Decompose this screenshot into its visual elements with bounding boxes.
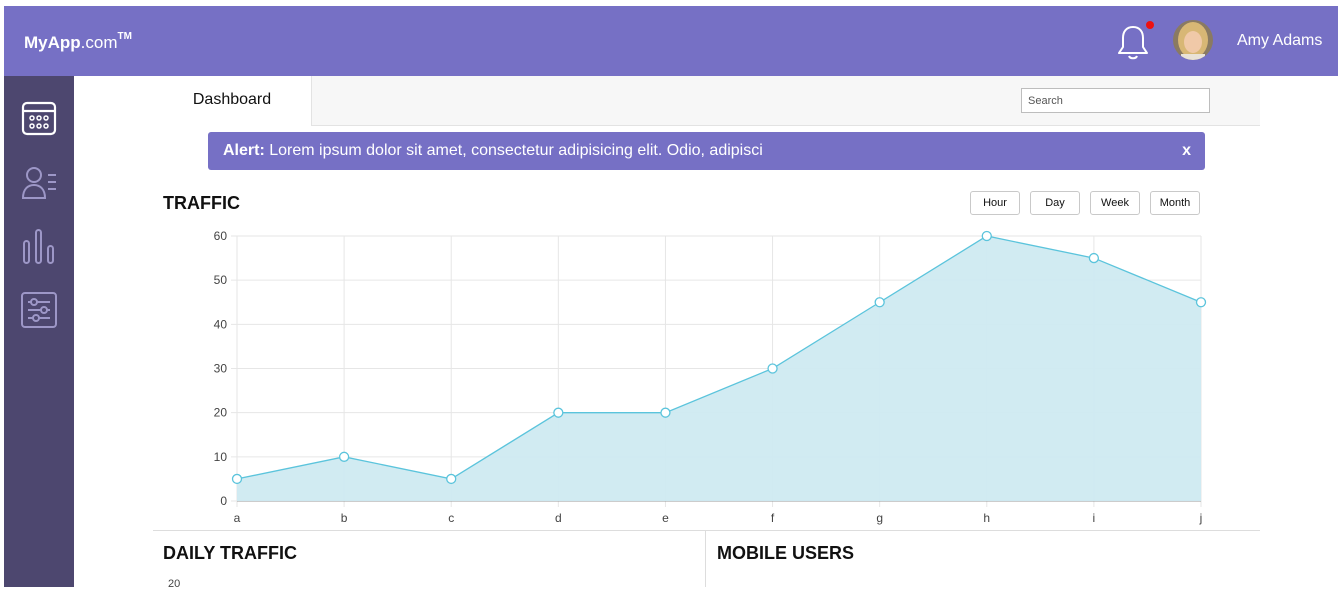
data-point [660,407,671,418]
data-point [338,451,350,462]
x-tick-label: g [876,511,883,525]
data-point [981,230,992,242]
calendar-icon[interactable] [20,99,58,137]
traffic-title: TRAFFIC [163,193,240,213]
daily-traffic-y-tick: 20 [168,578,181,590]
data-point [767,363,778,374]
x-tick-label: a [234,511,241,525]
x-tick-label: i [1093,511,1096,525]
data-point [1088,252,1100,264]
logo-domain: .com [80,33,118,52]
data-point [231,473,243,485]
section-divider [153,530,1260,531]
logo-bold: MyApp [24,33,81,52]
avatar[interactable] [1173,20,1213,60]
bell-icon[interactable] [1115,23,1151,61]
y-tick-label: 10 [214,450,228,464]
user-name[interactable]: Amy Adams [1237,32,1322,50]
x-tick-label: h [983,511,990,525]
mobile-users-title: MOBILE USERS [717,543,855,563]
data-point [446,473,457,485]
search-input[interactable] [1021,88,1210,113]
sliders-icon[interactable] [20,291,58,329]
x-tick-label: f [771,511,775,525]
y-tick-label: 0 [220,494,227,508]
data-point [553,407,564,418]
day-button[interactable]: Day [1030,191,1080,215]
month-button[interactable]: Month [1150,191,1200,215]
x-tick-label: b [341,511,348,525]
user-list-icon[interactable] [20,163,58,201]
x-tick-label: e [662,511,669,525]
app-logo[interactable]: MyApp.comTM [24,31,132,53]
y-tick-label: 60 [214,229,228,243]
alert-message: Lorem ipsum dolor sit amet, consectetur … [264,142,763,159]
daily-traffic-title: DAILY TRAFFIC [163,543,298,563]
traffic-chart-svg: 0 10 20 30 40 50 60 a b c d e f g h i j [214,229,1207,525]
y-tick-label: 30 [214,362,228,376]
notification-dot [1146,21,1154,29]
week-button[interactable]: Week [1090,191,1140,215]
y-tick-label: 50 [214,273,228,287]
x-tick-label: j [1199,511,1203,525]
alert-banner: Alert: Lorem ipsum dolor sit amet, conse… [208,132,1205,170]
top-header: MyApp.comTM Amy Adams [4,6,1338,76]
close-icon[interactable]: x [1182,132,1191,170]
tab-dashboard[interactable]: Dashboard [153,76,312,126]
app-window: MyApp.comTM Amy Adams Dashboard Search A… [0,0,1342,590]
y-tick-label: 20 [214,406,228,420]
sidebar [4,76,74,587]
traffic-chart: 0 10 20 30 40 50 60 a b c d e f g h i j [153,222,1260,530]
y-tick-label: 40 [214,317,228,331]
x-tick-label: c [448,511,454,525]
x-tick-label: d [555,511,562,525]
tab-bar: Dashboard [153,76,1260,126]
hour-button[interactable]: Hour [970,191,1020,215]
logo-trademark: TM [117,31,132,43]
data-point [1195,297,1207,308]
panel-divider [705,531,706,587]
bar-chart-icon[interactable] [20,227,58,265]
alert-label: Alert: [223,142,265,159]
data-point [874,297,885,308]
